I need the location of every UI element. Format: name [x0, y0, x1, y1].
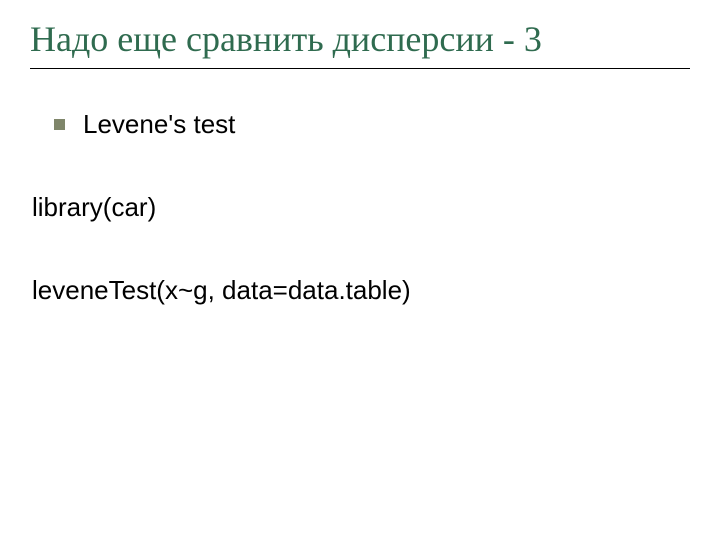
bullet-text: Levene's test	[83, 109, 235, 140]
slide-title: Надо еще сравнить дисперсии - 3	[30, 18, 690, 60]
square-bullet-icon	[54, 119, 65, 130]
code-line: leveneTest(x~g, data=data.table)	[32, 275, 690, 306]
title-underline	[30, 68, 690, 69]
slide-body: Levene's test library(car) leveneTest(x~…	[30, 109, 690, 307]
code-line: library(car)	[32, 192, 690, 223]
slide: Надо еще сравнить дисперсии - 3 Levene's…	[0, 0, 720, 540]
bullet-line: Levene's test	[54, 109, 690, 140]
